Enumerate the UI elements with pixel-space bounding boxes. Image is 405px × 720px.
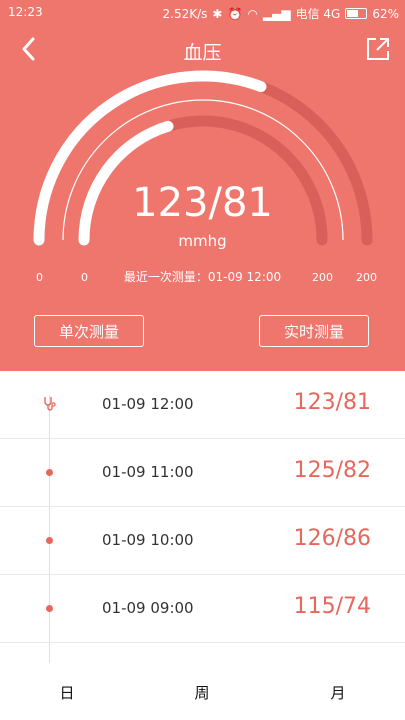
stethoscope-icon [44,397,56,411]
record-value: 115/74 [293,594,371,619]
bp-reading: 123/81 [132,180,273,226]
tab-week[interactable]: 周 [172,682,232,703]
inner-min-label: 0 [81,271,88,284]
header-panel: 12:23 2.52K/s ✱ ⏰ ◠ ▂▄▆ 电信 4G 62% 血压 123… [0,0,405,371]
record-value: 125/82 [293,458,371,483]
tab-day[interactable]: 日 [37,682,97,703]
record-time: 01-09 10:00 [102,531,194,549]
bp-unit: mmhg [178,232,227,250]
outer-max-label: 200 [356,271,377,284]
timeline-dot [46,605,53,612]
record-time: 01-09 09:00 [102,599,194,617]
period-tab-bar: 日 周 月 [0,664,405,720]
realtime-measure-button[interactable]: 实时测量 [259,315,369,347]
last-measurement: 最近一次测量：01-09 12:00 [123,270,282,284]
record-row[interactable]: 01-09 11:00 125/82 [0,439,405,507]
record-row[interactable]: 01-09 09:00 115/74 [0,575,405,643]
timeline-dot [46,469,53,476]
record-time: 01-09 11:00 [102,463,194,481]
record-value: 123/81 [293,390,371,415]
record-time: 01-09 12:00 [102,395,194,413]
pressure-gauge [33,70,373,246]
single-measure-button[interactable]: 单次测量 [34,315,144,347]
outer-min-label: 0 [36,271,43,284]
tab-month[interactable]: 月 [308,682,368,703]
record-row[interactable]: 01-09 10:00 126/86 [0,507,405,575]
record-list: 01-09 12:00 123/81 01-09 11:00 125/82 01… [0,371,405,663]
record-row[interactable]: 01-09 12:00 123/81 [0,371,405,439]
record-value: 126/86 [293,526,371,551]
inner-max-label: 200 [312,271,333,284]
timeline-dot [46,537,53,544]
